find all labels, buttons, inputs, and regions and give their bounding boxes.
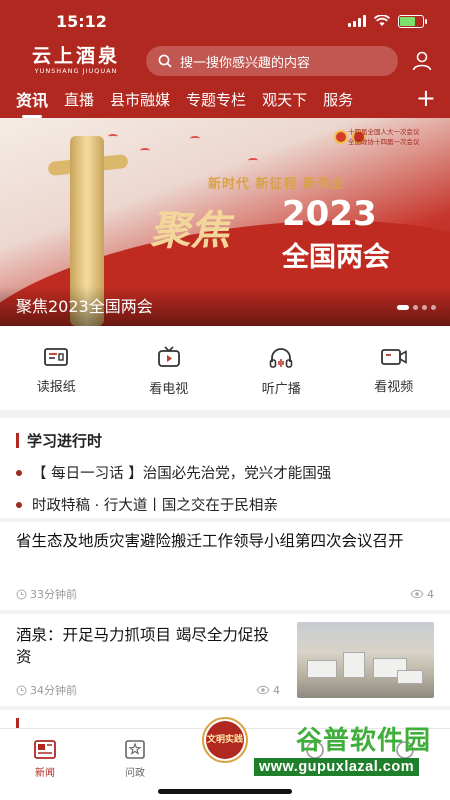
study-section: 学习进行时 【 每日一习话 】治国必先治党，党兴才能国强 时政特稿 · 行大道丨…: [0, 418, 450, 518]
carousel-dot[interactable]: [413, 305, 418, 310]
tool-label: 看电视: [149, 382, 189, 397]
bullet-dot: [16, 501, 22, 508]
tab-news[interactable]: 资讯: [16, 87, 48, 118]
carousel-dots: [397, 305, 436, 310]
list-item-text: 【 每日一习话 】治国必先治党，党兴才能国强: [32, 466, 332, 482]
news-meta: 34分钟前 4: [16, 682, 280, 698]
national-emblem-icon: [334, 130, 348, 144]
watermark-url: www.gupuxlazal.com: [254, 758, 420, 776]
search-input[interactable]: 搜一搜你感兴趣的内容: [146, 46, 398, 76]
app-header: 云上酒泉 YUNSHANG JIUQUAN 搜一搜你感兴趣的内容: [0, 42, 450, 80]
news-icon: [34, 740, 56, 759]
dove-icon: [190, 136, 200, 141]
tool-watch-tv[interactable]: 看电视: [113, 326, 226, 410]
watermark: 谷普软件园 www.gupuxlazal.com: [248, 716, 448, 786]
video-camera-icon: [380, 349, 407, 365]
news-views: 4: [256, 684, 280, 697]
news-time: 34分钟前: [16, 682, 77, 698]
news-views-count: 4: [427, 587, 434, 601]
news-time: 33分钟前: [16, 586, 77, 602]
dove-icon: [108, 134, 118, 139]
carousel-dot[interactable]: [422, 305, 427, 310]
app-logo[interactable]: 云上酒泉 YUNSHANG JIUQUAN: [16, 47, 136, 75]
top-header-area: 15:12 云上酒泉 YUNSHANG JIUQUAN 搜一搜你感兴趣的内容 资…: [0, 0, 450, 118]
bottom-nav-news[interactable]: 新闻: [0, 729, 90, 800]
tool-label: 读报纸: [36, 380, 76, 395]
status-bar: 15:12: [0, 0, 450, 42]
tool-watch-video[interactable]: 看视频: [338, 326, 450, 410]
news-title: 省生态及地质灾害避险搬迁工作领导小组第四次会议召开: [16, 532, 404, 550]
wifi-icon: [374, 15, 390, 26]
inquiry-icon: [125, 740, 145, 759]
tool-label: 看视频: [374, 380, 414, 395]
tab-services[interactable]: 服务: [323, 89, 353, 110]
user-icon[interactable]: [408, 47, 436, 75]
channel-tabs: 资讯 直播 县市融媒 专题专栏 观天下 服务 +: [0, 80, 450, 118]
logo-cn: 云上酒泉: [31, 45, 120, 68]
banner-slogan: 新时代 新征程 新伟业: [208, 177, 346, 192]
watermark-title: 谷普软件园: [296, 726, 432, 756]
newspaper-icon: [44, 348, 69, 366]
badge-line-2: 全国政协十四届一次会议: [348, 137, 420, 146]
battery-icon: [398, 14, 427, 28]
eye-icon: [410, 589, 424, 599]
civilization-badge-icon: 文明实践: [202, 717, 248, 763]
headphones-icon: [269, 348, 293, 368]
carousel-dot[interactable]: [431, 305, 436, 310]
eye-icon: [256, 685, 270, 695]
dove-icon: [248, 158, 258, 163]
tab-world[interactable]: 观天下: [262, 89, 307, 110]
tab-county-media[interactable]: 县市融媒: [110, 89, 170, 110]
news-views: 4: [410, 588, 434, 601]
tool-read-newspaper[interactable]: 读报纸: [0, 326, 113, 410]
tool-label: 听广播: [261, 382, 301, 397]
center-badge-text: 文明实践: [206, 721, 244, 759]
clock-icon: [16, 589, 27, 599]
home-indicator: [158, 789, 292, 794]
carousel-dot[interactable]: [397, 305, 409, 310]
bullet-dot: [16, 469, 22, 476]
news-item[interactable]: 省生态及地质灾害避险搬迁工作领导小组第四次会议召开 33分钟前 4: [0, 522, 450, 610]
search-placeholder: 搜一搜你感兴趣的内容: [180, 55, 311, 71]
quick-tools: 读报纸 看电视 听广播 看视频: [0, 326, 450, 410]
banner-year: 2023: [282, 194, 377, 234]
tab-topics[interactable]: 专题专栏: [186, 89, 246, 110]
title-bar: [16, 433, 19, 448]
logo-en: YUNSHANG JIUQUAN: [34, 67, 118, 76]
badge-line-1: 十四届全国人大一次会议: [348, 128, 420, 136]
list-item[interactable]: 时政特稿 · 行大道丨国之交在于民相亲: [16, 494, 434, 515]
banner-badge: 十四届全国人大一次会议 全国政协十四届一次会议: [348, 128, 438, 148]
clock-icon: [16, 685, 27, 695]
section-title[interactable]: 学习进行时: [16, 430, 434, 451]
tv-icon: [157, 346, 180, 367]
banner-big-text: 聚焦: [150, 207, 230, 254]
dove-icon: [140, 148, 150, 153]
status-icons: [348, 14, 427, 28]
news-item[interactable]: 酒泉：开足马力抓项目 竭尽全力促投资 34分钟前 4: [0, 614, 450, 706]
tab-live[interactable]: 直播: [64, 89, 94, 110]
tool-listen-radio[interactable]: 听广播: [225, 326, 338, 410]
banner-carousel[interactable]: 十四届全国人大一次会议 全国政协十四届一次会议 新时代 新征程 新伟业 聚焦 2…: [0, 118, 450, 326]
news-time-text: 33分钟前: [30, 588, 77, 601]
bottom-nav-label: 新闻: [35, 768, 55, 779]
banner-caption: 聚焦2023全国两会: [16, 297, 153, 316]
add-channel-icon[interactable]: +: [416, 86, 436, 110]
search-icon: [158, 54, 172, 68]
list-item[interactable]: 【 每日一习话 】治国必先治党，党兴才能国强: [16, 462, 434, 483]
section-title-text: 学习进行时: [27, 432, 103, 450]
signal-icon: [348, 15, 366, 27]
news-meta: 33分钟前 4: [16, 586, 434, 602]
news-time-text: 34分钟前: [30, 684, 77, 697]
banner-subtitle: 全国两会: [282, 242, 390, 273]
list-item-text: 时政特稿 · 行大道丨国之交在于民相亲: [32, 498, 278, 514]
status-time: 15:12: [56, 11, 107, 31]
bottom-nav-label: 问政: [125, 768, 145, 779]
news-views-count: 4: [273, 683, 280, 697]
news-title: 酒泉：开足马力抓项目 竭尽全力促投资: [16, 626, 269, 666]
news-thumbnail: [297, 622, 434, 698]
